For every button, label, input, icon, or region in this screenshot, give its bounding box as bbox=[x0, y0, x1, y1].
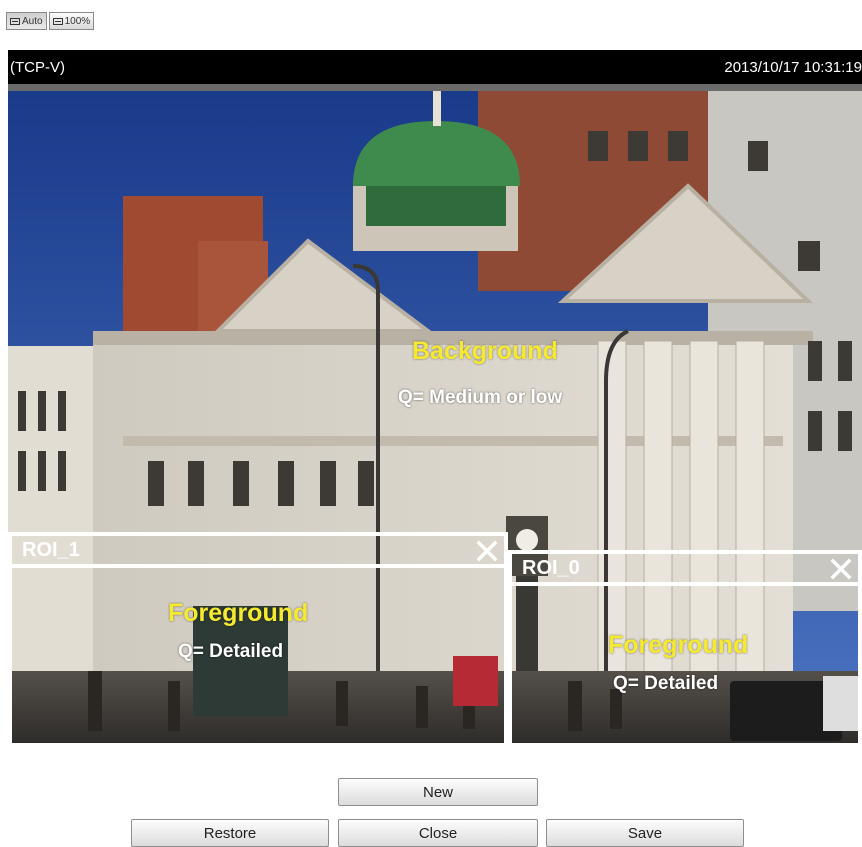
roi-0-quality: Q= Detailed bbox=[613, 673, 719, 694]
zoom-100-label: 100% bbox=[64, 15, 91, 27]
roi-0-box[interactable]: ROI_0 Foreground Q= Detailed bbox=[508, 550, 862, 747]
save-button[interactable]: Save bbox=[546, 819, 744, 847]
roi-1-name: ROI_1 bbox=[22, 539, 80, 561]
roi-1-titlebar[interactable]: ROI_1 bbox=[12, 536, 504, 568]
roi-0-name: ROI_0 bbox=[522, 557, 580, 579]
video-viewer[interactable]: (TCP-V) 2013/10/17 10:31:19 Background Q… bbox=[8, 50, 862, 747]
stream-progress-bar bbox=[8, 84, 862, 91]
background-title: Background bbox=[412, 337, 558, 365]
close-icon[interactable] bbox=[830, 558, 852, 580]
protocol-label: (TCP-V) bbox=[10, 58, 65, 76]
zoom-100-button[interactable]: 100% bbox=[48, 12, 95, 30]
roi-1-box[interactable]: ROI_1 Foreground Q= Detailed bbox=[8, 532, 508, 747]
restore-button[interactable]: Restore bbox=[131, 819, 329, 847]
zoom-toolbar: Auto 100% bbox=[6, 12, 96, 30]
fit-window-icon bbox=[10, 17, 20, 25]
timestamp-label: 2013/10/17 10:31:19 bbox=[724, 58, 862, 76]
roi-1-title: Foreground bbox=[168, 599, 309, 627]
roi-0-titlebar[interactable]: ROI_0 bbox=[512, 554, 858, 586]
osd-bar: (TCP-V) 2013/10/17 10:31:19 bbox=[8, 50, 862, 84]
close-button[interactable]: Close bbox=[338, 819, 538, 847]
zoom-auto-button[interactable]: Auto bbox=[6, 12, 47, 30]
background-quality: Q= Medium or low bbox=[398, 387, 563, 408]
close-icon[interactable] bbox=[476, 540, 498, 562]
new-button[interactable]: New bbox=[338, 778, 538, 806]
actual-size-icon bbox=[52, 17, 63, 25]
roi-0-title: Foreground bbox=[608, 631, 749, 659]
zoom-auto-label: Auto bbox=[22, 15, 43, 27]
roi-1-quality: Q= Detailed bbox=[178, 641, 284, 662]
